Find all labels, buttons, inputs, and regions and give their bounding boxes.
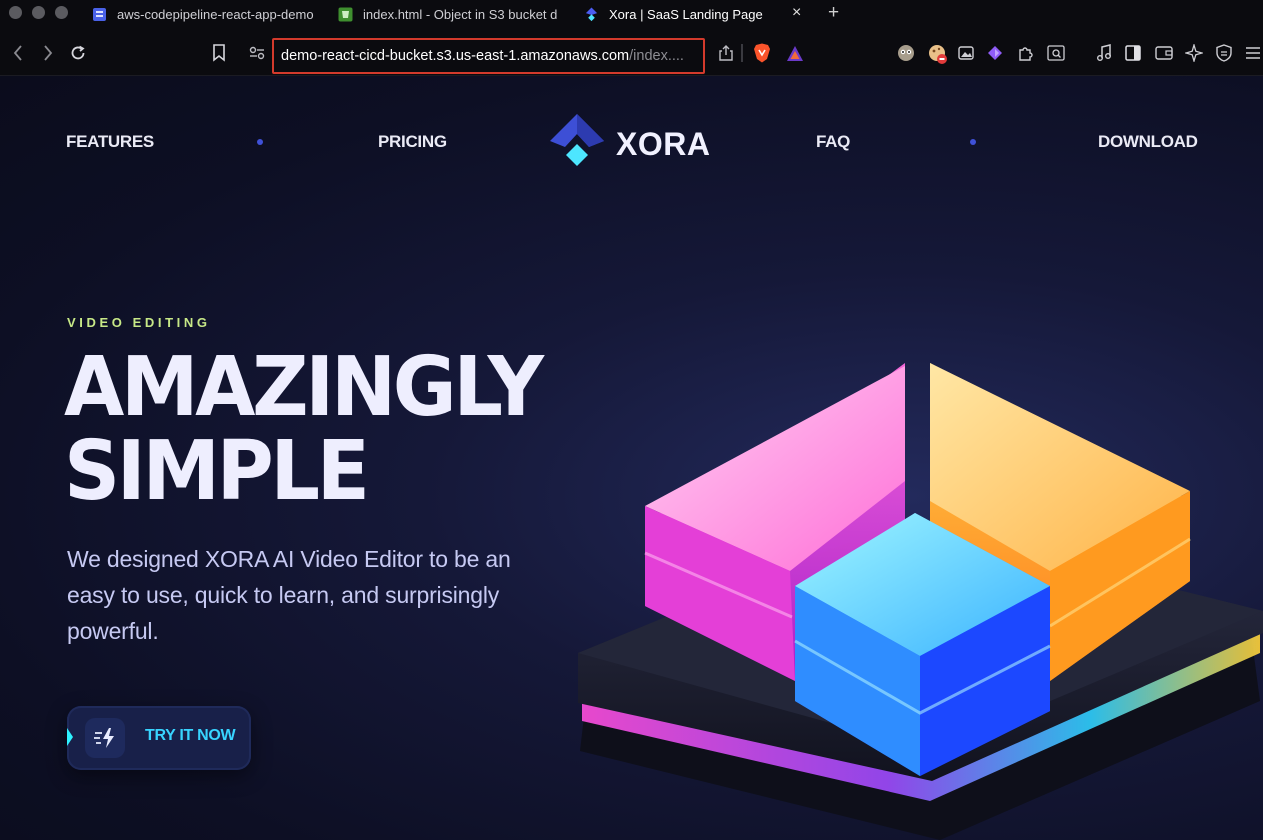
leo-ai-icon[interactable] xyxy=(1184,43,1204,63)
hero-title-line: SIMPLE xyxy=(64,424,370,519)
window-zoom-button[interactable] xyxy=(55,6,68,19)
menu-icon[interactable] xyxy=(1244,44,1262,62)
brave-shields-icon[interactable] xyxy=(752,43,772,63)
new-tab-button[interactable]: + xyxy=(828,3,839,23)
tab-close-button[interactable]: × xyxy=(792,5,801,21)
xora-landing-page: FEATURES PRICING XORA FAQ DOWNLOAD VIDEO… xyxy=(0,76,1263,840)
tab-xora[interactable]: Xora | SaaS Landing Page xyxy=(584,0,784,28)
vpn-shield-icon[interactable] xyxy=(1214,43,1234,63)
nav-separator-dot xyxy=(257,139,263,145)
site-settings-icon[interactable] xyxy=(247,44,267,62)
extension-avatar-icon[interactable] xyxy=(896,43,916,63)
cta-notch xyxy=(67,728,73,746)
gem-extension-icon[interactable] xyxy=(986,44,1004,62)
nav-features-link[interactable]: FEATURES xyxy=(66,132,154,152)
bookmark-icon[interactable] xyxy=(210,43,228,63)
tab-title: Xora | SaaS Landing Page xyxy=(609,6,763,22)
nav-separator-dot xyxy=(970,139,976,145)
window-minimize-button[interactable] xyxy=(32,6,45,19)
tab-s3-object[interactable]: index.html - Object in S3 bucket d xyxy=(338,0,560,28)
pipeline-icon xyxy=(92,7,107,22)
xora-icon xyxy=(584,7,599,22)
picture-extension-icon[interactable] xyxy=(957,44,975,62)
forward-icon[interactable] xyxy=(40,44,56,62)
tab-title: index.html - Object in S3 bucket d xyxy=(363,6,558,22)
nav-download-link[interactable]: DOWNLOAD xyxy=(1098,132,1198,152)
address-bar[interactable]: demo-react-cicd-bucket.s3.us-east-1.amaz… xyxy=(272,38,705,74)
hero-description: We designed XORA AI Video Editor to be a… xyxy=(67,546,511,644)
hero-3d-blocks-illustration xyxy=(578,363,1263,840)
tab-codepipeline[interactable]: aws-codepipeline-react-app-demo xyxy=(92,0,314,28)
extensions-puzzle-icon[interactable] xyxy=(1016,43,1036,63)
xora-logo[interactable]: XORA xyxy=(548,114,718,170)
url-host: demo-react-cicd-bucket.s3.us-east-1.amaz… xyxy=(281,48,630,64)
xora-logo-mark-icon xyxy=(550,114,604,166)
hero-title-line: AMAZINGLY xyxy=(64,340,544,435)
zap-icon xyxy=(85,718,125,758)
hero-eyebrow: VIDEO EDITING xyxy=(67,315,211,330)
url-path: /index.... xyxy=(629,48,684,64)
sidebar-icon[interactable] xyxy=(1124,44,1142,62)
hero-title: AMAZINGLY SIMPLE xyxy=(64,346,544,514)
try-it-now-button[interactable]: TRY IT NOW xyxy=(67,706,251,770)
cta-label: TRY IT NOW xyxy=(145,727,236,744)
tab-bar: aws-codepipeline-react-app-demo index.ht… xyxy=(0,0,1263,28)
logo-text: XORA xyxy=(616,126,711,162)
reader-search-icon[interactable] xyxy=(1046,44,1066,62)
window-close-button[interactable] xyxy=(9,6,22,19)
wallet-icon[interactable] xyxy=(1154,44,1174,62)
music-icon[interactable] xyxy=(1094,43,1114,63)
extension-cookie-icon[interactable] xyxy=(927,43,949,67)
tab-title: aws-codepipeline-react-app-demo xyxy=(117,6,314,22)
back-icon[interactable] xyxy=(10,44,26,62)
toolbar-divider xyxy=(741,44,743,62)
brave-rewards-icon[interactable] xyxy=(785,43,805,63)
share-icon[interactable] xyxy=(716,43,736,63)
nav-pricing-link[interactable]: PRICING xyxy=(378,132,447,152)
reload-icon[interactable] xyxy=(68,43,88,63)
s3-icon xyxy=(338,7,353,22)
nav-faq-link[interactable]: FAQ xyxy=(816,132,850,152)
